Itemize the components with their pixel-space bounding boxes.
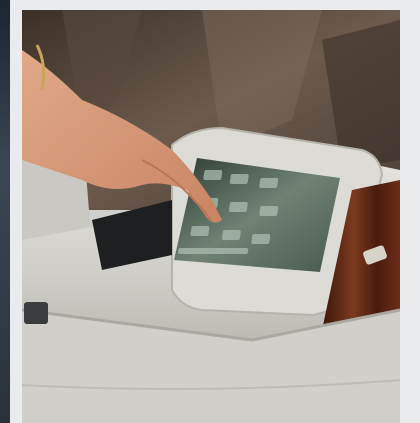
photo-illustration — [22, 10, 400, 423]
photo — [22, 10, 400, 423]
right-panel-edge — [406, 0, 420, 423]
side-vent — [24, 302, 48, 324]
touchscreen — [174, 158, 340, 272]
left-panel-edge — [0, 0, 10, 423]
